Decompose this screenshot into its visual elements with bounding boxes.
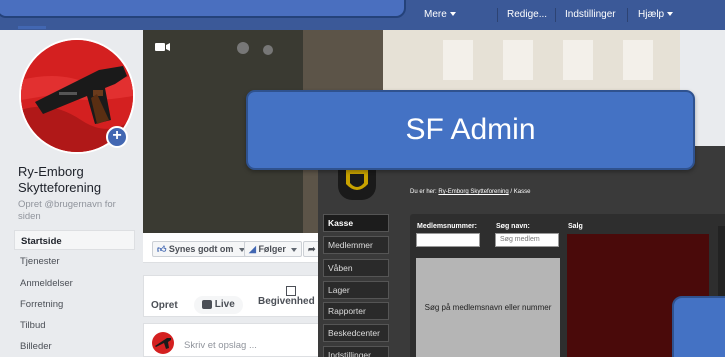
follow-button[interactable]: ◢ Følger	[244, 241, 303, 257]
create-username-link[interactable]: Opret @brugernavn for siden	[18, 199, 138, 222]
chevron-down-icon	[449, 12, 456, 17]
nav-settings-label: Indstillinger	[565, 9, 616, 20]
admin-menu-medlemmer[interactable]: Medlemmer	[323, 236, 389, 254]
chevron-down-icon	[667, 12, 674, 17]
composer-placeholder: Skriv et opslag ...	[184, 340, 257, 351]
calendar-icon	[286, 286, 296, 296]
overlay-callout-corner	[672, 296, 725, 357]
active-tab-indicator	[18, 26, 46, 29]
sidebar-item-forretning[interactable]: Forretning	[14, 294, 135, 314]
overlay-callout-top	[0, 0, 406, 18]
salg-label: Salg	[568, 223, 583, 230]
admin-menu-lager[interactable]: Lager	[323, 281, 389, 299]
nav-edit[interactable]: Redige...	[507, 9, 547, 20]
create-post-box: Opret Live Begivenhed	[143, 275, 323, 317]
admin-menu-indstillinger[interactable]: Indstillinger	[323, 346, 389, 357]
nav-edit-label: Redige...	[507, 9, 548, 20]
avatar	[152, 332, 174, 354]
nav-more-label: Mere	[424, 9, 447, 20]
admin-app-preview: Du er her: Ry-Emborg Skytteforening / Ka…	[318, 146, 725, 357]
sidebar-item-startside[interactable]: Startside	[14, 230, 135, 250]
follow-label: Følger	[258, 244, 286, 254]
create-label: Opret	[151, 300, 178, 311]
post-composer[interactable]: Skriv et opslag ...	[143, 323, 323, 357]
add-photo-button[interactable]: +	[106, 126, 128, 148]
live-button[interactable]: Live	[194, 296, 243, 314]
chevron-down-icon	[291, 247, 298, 252]
event-button[interactable]: Begivenhed	[258, 286, 315, 307]
breadcrumb-prefix: Du er her:	[410, 189, 437, 195]
admin-menu-kasse[interactable]: Kasse	[323, 214, 389, 232]
sidebar-item-anmeldelser[interactable]: Anmeldelser	[14, 273, 135, 293]
admin-menu-vaaben[interactable]: Våben	[323, 259, 389, 277]
sidebar-item-tilbud[interactable]: Tilbud	[14, 315, 135, 335]
breadcrumb: Du er her: Ry-Emborg Skytteforening / Ka…	[410, 189, 530, 195]
breadcrumb-current: / Kasse	[510, 189, 531, 195]
search-results-area: Søg på medlemsnavn eller nummer	[416, 258, 560, 357]
admin-menu-rapporter[interactable]: Rapporter	[323, 302, 389, 320]
left-sidebar: + Ry-Emborg Skytteforening Opret @bruger…	[0, 30, 142, 357]
page-action-bar: 👍︎ Synes godt om ◢ Følger ➦	[143, 233, 327, 263]
live-video-icon	[202, 299, 212, 309]
share-icon: ➦	[308, 244, 316, 254]
breadcrumb-link[interactable]: Ry-Emborg Skytteforening	[438, 189, 508, 195]
sidebar-item-tjenester[interactable]: Tjenester	[14, 251, 135, 271]
member-number-label: Medlemsnummer:	[417, 223, 477, 230]
member-number-input[interactable]	[416, 233, 480, 247]
like-label: Synes godt om	[168, 244, 234, 254]
video-camera-icon[interactable]	[155, 40, 171, 58]
like-button[interactable]: 👍︎ Synes godt om	[152, 241, 250, 257]
sidebar-item-billeder[interactable]: Billeder	[14, 336, 135, 356]
search-member-input[interactable]: Søg medlem	[495, 233, 559, 247]
club-logo	[338, 166, 376, 200]
divider	[497, 8, 498, 22]
page-title: Ry-Emborg Skytteforening	[18, 164, 102, 195]
divider	[627, 8, 628, 22]
nav-help-label: Hjælp	[638, 9, 665, 20]
nav-settings[interactable]: Indstillinger	[565, 9, 616, 20]
event-label: Begivenhed	[258, 296, 315, 307]
search-name-label: Søg navn:	[496, 223, 530, 230]
nav-more[interactable]: Mere	[424, 9, 456, 20]
rss-icon: ◢	[249, 244, 256, 254]
divider	[555, 8, 556, 22]
live-label: Live	[214, 299, 235, 310]
thumbs-up-icon: 👍︎	[157, 244, 167, 254]
admin-menu-beskedcenter[interactable]: Beskedcenter	[323, 324, 389, 342]
sf-admin-banner: SF Admin	[246, 90, 695, 170]
nav-help[interactable]: Hjælp	[638, 9, 674, 20]
